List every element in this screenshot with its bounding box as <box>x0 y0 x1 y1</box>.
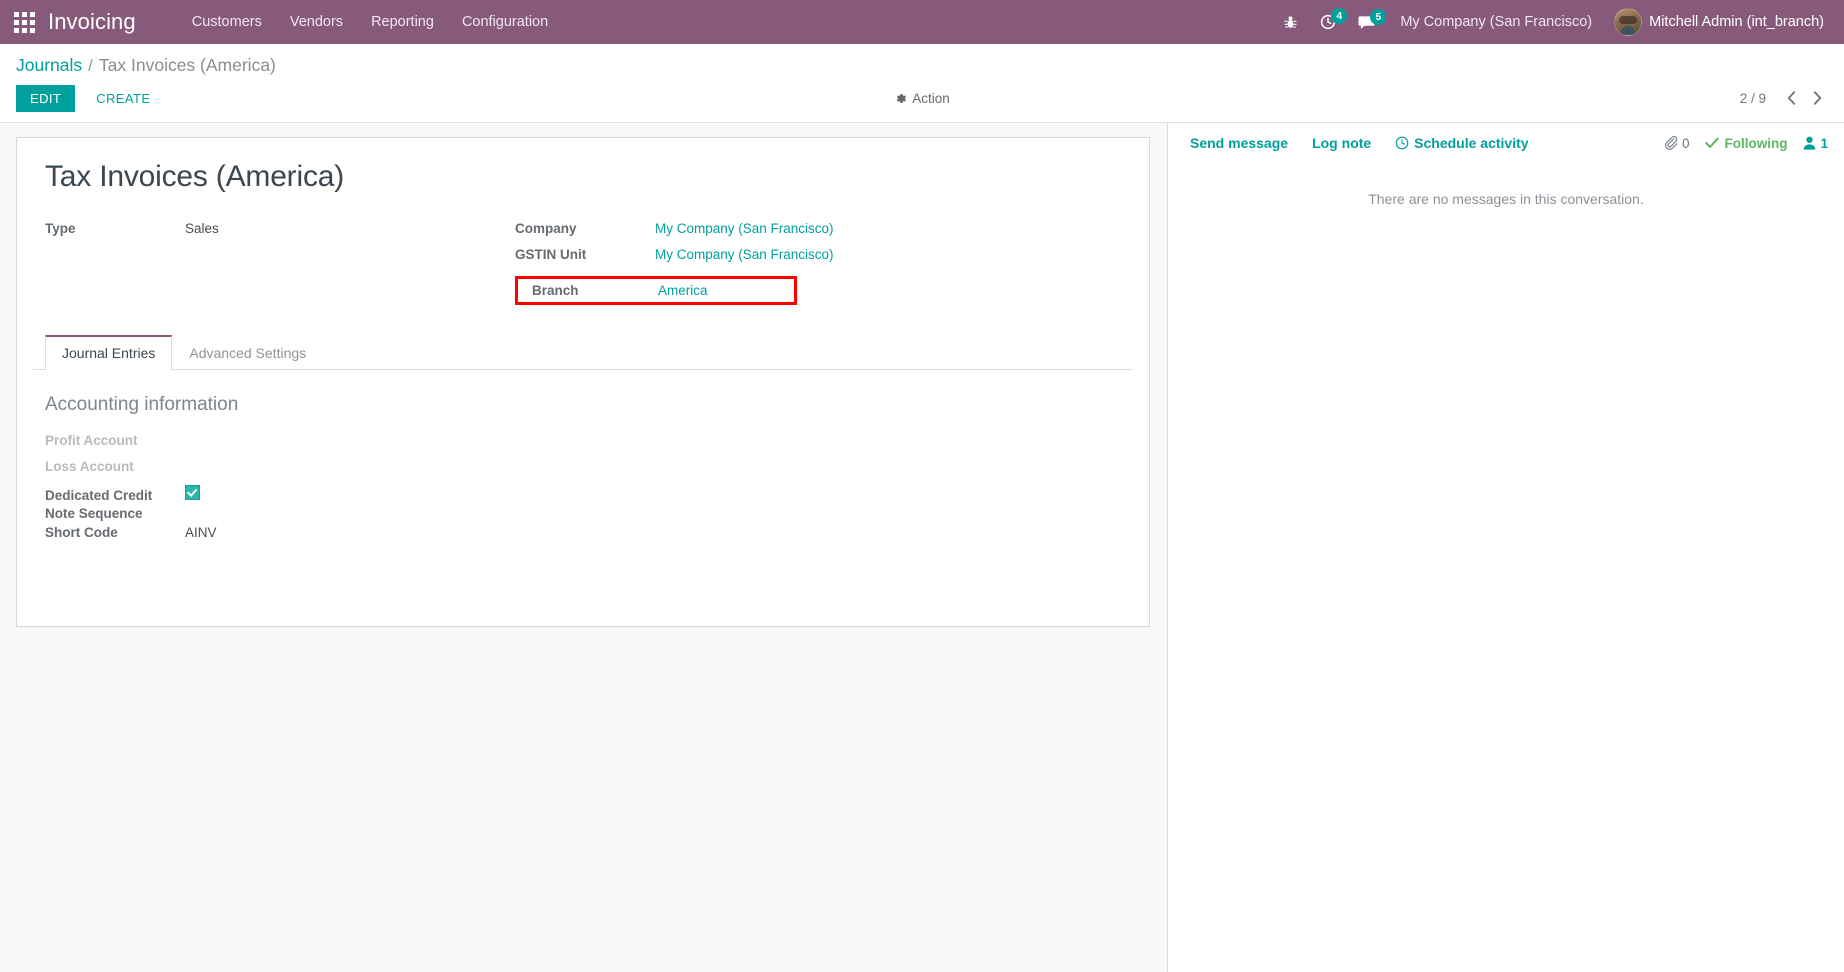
action-menu-label: Action <box>912 90 950 106</box>
user-icon <box>1804 136 1816 150</box>
chatter-status-group: 0 Following 1 <box>1664 136 1828 151</box>
control-panel-buttons: EDIT CREATE Action 2 / 9 <box>0 76 1844 122</box>
top-navbar: Invoicing Customers Vendors Reporting Co… <box>0 0 1844 44</box>
schedule-activity-button[interactable]: Schedule activity <box>1383 135 1540 151</box>
chevron-right-icon <box>1813 91 1821 105</box>
user-menu-label: Mitchell Admin (int_branch) <box>1649 14 1824 30</box>
field-label-type: Type <box>45 221 76 236</box>
field-row-dedicated-credit-note-sequence: Dedicated Credit Note Sequence <box>45 484 1121 524</box>
pager: 2 / 9 <box>1740 87 1828 109</box>
pager-next-button[interactable] <box>1806 87 1828 109</box>
field-row-type: Type Sales <box>45 220 515 246</box>
control-panel: Journals / Tax Invoices (America) EDIT C… <box>0 44 1844 123</box>
section-title-accounting-information: Accounting information <box>45 394 239 415</box>
notebook-tabs: Journal Entries Advanced Settings <box>33 335 1133 370</box>
create-button[interactable]: CREATE <box>82 85 164 112</box>
pager-previous-button[interactable] <box>1780 87 1802 109</box>
field-value-gstin-unit[interactable]: My Company (San Francisco) <box>655 247 834 262</box>
field-column-right: Company My Company (San Francisco) GSTIN… <box>515 220 1075 305</box>
field-value-company[interactable]: My Company (San Francisco) <box>655 221 834 236</box>
field-row-loss-account: Loss Account <box>45 458 1121 484</box>
messages-count-badge: 5 <box>1370 8 1387 25</box>
field-label-loss-account: Loss Account <box>45 459 134 474</box>
gear-icon <box>896 93 907 103</box>
field-row-branch-highlighted: Branch America <box>515 276 797 305</box>
field-row-profit-account: Profit Account <box>45 432 1121 458</box>
follower-count: 1 <box>1820 135 1828 151</box>
menu-item-vendors[interactable]: Vendors <box>276 3 357 41</box>
field-label-gstin-unit: GSTIN Unit <box>515 247 587 262</box>
field-row-gstin-unit: GSTIN Unit My Company (San Francisco) <box>515 246 1075 272</box>
activities-menu-button[interactable]: 4 <box>1309 6 1348 38</box>
activities-count-badge: 4 <box>1331 8 1348 24</box>
apps-menu-button[interactable] <box>0 0 48 44</box>
schedule-activity-label: Schedule activity <box>1414 135 1529 151</box>
action-menu-button[interactable]: Action <box>894 91 950 106</box>
form-sheet: Tax Invoices (America) Type Sales Compan… <box>16 137 1150 627</box>
tab-journal-entries[interactable]: Journal Entries <box>45 335 173 370</box>
menu-item-customers[interactable]: Customers <box>178 3 276 41</box>
messages-menu-button[interactable]: 5 <box>1347 7 1387 38</box>
check-icon <box>1705 137 1720 148</box>
edit-button[interactable]: EDIT <box>16 84 76 112</box>
avatar <box>1614 8 1643 36</box>
pager-value: 2 / 9 <box>1739 90 1766 106</box>
field-column-left: Type Sales <box>45 220 515 305</box>
main-menu: Customers Vendors Reporting Configuratio… <box>178 3 562 41</box>
user-menu[interactable]: Mitchell Admin (int_branch) <box>1606 4 1830 40</box>
field-label-company: Company <box>515 221 577 236</box>
menu-item-configuration[interactable]: Configuration <box>448 3 562 41</box>
menu-item-reporting[interactable]: Reporting <box>357 3 448 41</box>
following-button[interactable]: Following <box>1705 136 1787 151</box>
attachment-count: 0 <box>1681 135 1690 151</box>
breadcrumb: Journals / Tax Invoices (America) <box>0 44 1844 76</box>
form-column: Tax Invoices (America) Type Sales Compan… <box>0 123 1167 972</box>
send-message-label: Send message <box>1190 135 1289 151</box>
debug-menu-button[interactable] <box>1272 7 1309 38</box>
attachments-button[interactable]: 0 <box>1664 135 1690 151</box>
log-note-button[interactable]: Log note <box>1300 135 1383 151</box>
company-switcher[interactable]: My Company (San Francisco) <box>1386 4 1606 40</box>
field-label-profit-account: Profit Account <box>45 433 138 448</box>
log-note-label: Log note <box>1312 135 1372 151</box>
page-title: Tax Invoices (America) <box>45 160 345 193</box>
field-label-short-code: Short Code <box>45 525 118 541</box>
content-area: Tax Invoices (America) Type Sales Compan… <box>0 123 1844 972</box>
breadcrumb-separator: / <box>88 56 93 75</box>
field-grid: Type Sales Company My Company (San Franc… <box>45 220 1133 305</box>
navbar-right-group: 4 5 My Company (San Francisco) Mitchell … <box>1272 4 1844 40</box>
empty-conversation-message: There are no messages in this conversati… <box>1368 191 1644 207</box>
apps-grid-icon <box>13 11 35 33</box>
breadcrumb-item-current: Tax Invoices (America) <box>98 55 276 75</box>
app-brand-title[interactable]: Invoicing <box>48 9 136 35</box>
field-value-short-code: AINV <box>185 525 217 541</box>
bug-icon <box>1284 15 1297 28</box>
field-row-short-code: Short Code AINV <box>45 524 1121 550</box>
field-value-type: Sales <box>185 221 219 236</box>
field-row-company: Company My Company (San Francisco) <box>515 220 1075 246</box>
field-label-branch: Branch <box>532 283 579 298</box>
tab-panel-journal-entries: Accounting information Profit Account Lo… <box>17 370 1149 626</box>
breadcrumb-item-journals[interactable]: Journals <box>16 55 82 76</box>
chatter-panel: Send message Log note Schedule activity … <box>1167 123 1844 972</box>
chatter-toolbar: Send message Log note Schedule activity … <box>1168 123 1844 161</box>
form-sheet-inner: Tax Invoices (America) Type Sales Compan… <box>17 138 1149 370</box>
field-value-branch[interactable]: America <box>658 283 708 298</box>
followers-button[interactable]: 1 <box>1803 136 1828 151</box>
field-label-dedicated-credit-note-sequence: Dedicated Credit Note Sequence <box>45 488 153 522</box>
paperclip-icon <box>1665 136 1678 150</box>
following-label: Following <box>1724 135 1788 151</box>
chevron-left-icon <box>1787 91 1795 105</box>
dedicated-credit-note-sequence-checkbox[interactable] <box>185 485 200 500</box>
tab-advanced-settings[interactable]: Advanced Settings <box>172 335 323 370</box>
send-message-button[interactable]: Send message <box>1178 135 1300 151</box>
clock-icon <box>1395 136 1409 150</box>
